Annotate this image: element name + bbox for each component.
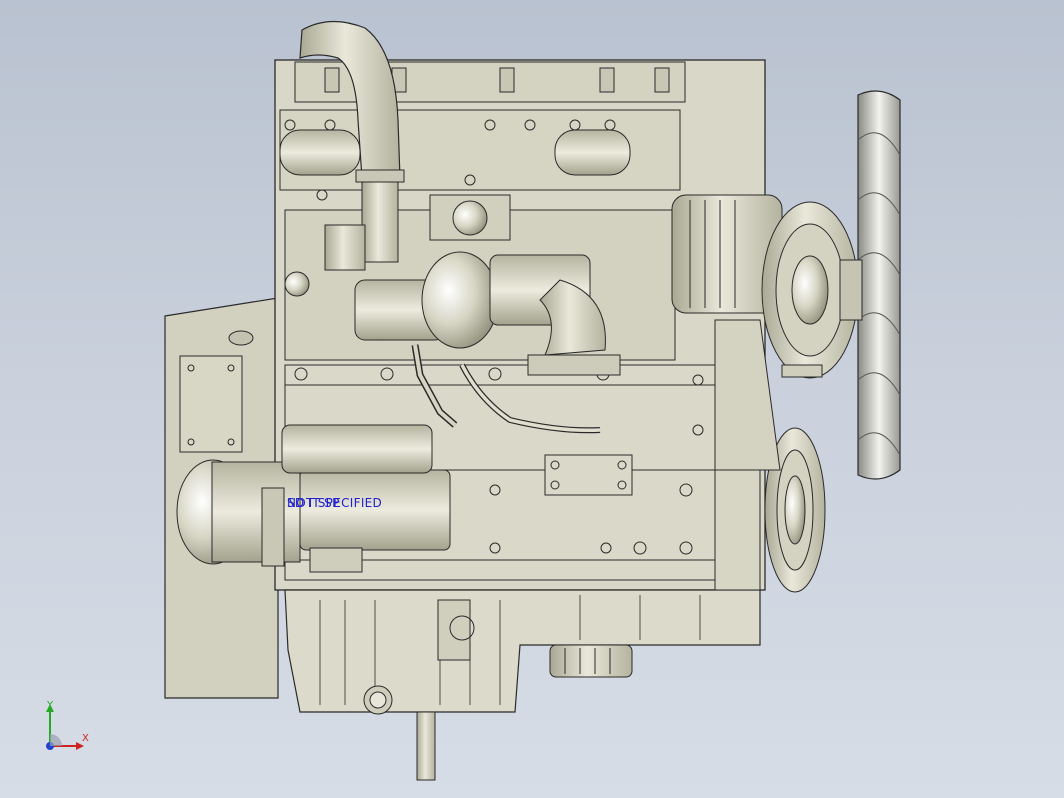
sensor-fitting[interactable] <box>284 271 310 297</box>
timing-cover[interactable] <box>714 319 781 471</box>
cad-viewport[interactable]: SD IT SP NOT SPECIFIED X Y <box>0 0 1064 798</box>
coordinate-triad: X Y <box>38 700 98 760</box>
annotation-note-2: NOT SPECIFIED <box>287 496 383 510</box>
engine-model[interactable] <box>0 0 1064 798</box>
oil-filter[interactable] <box>549 644 633 678</box>
oil-pan[interactable] <box>284 589 761 715</box>
thermostat-housing[interactable] <box>544 454 633 496</box>
x-axis-label: X <box>82 733 89 744</box>
y-axis-label: Y <box>47 700 54 711</box>
dipstick[interactable] <box>416 711 436 781</box>
bracket[interactable] <box>324 224 366 271</box>
cooling-fan[interactable] <box>839 90 901 480</box>
